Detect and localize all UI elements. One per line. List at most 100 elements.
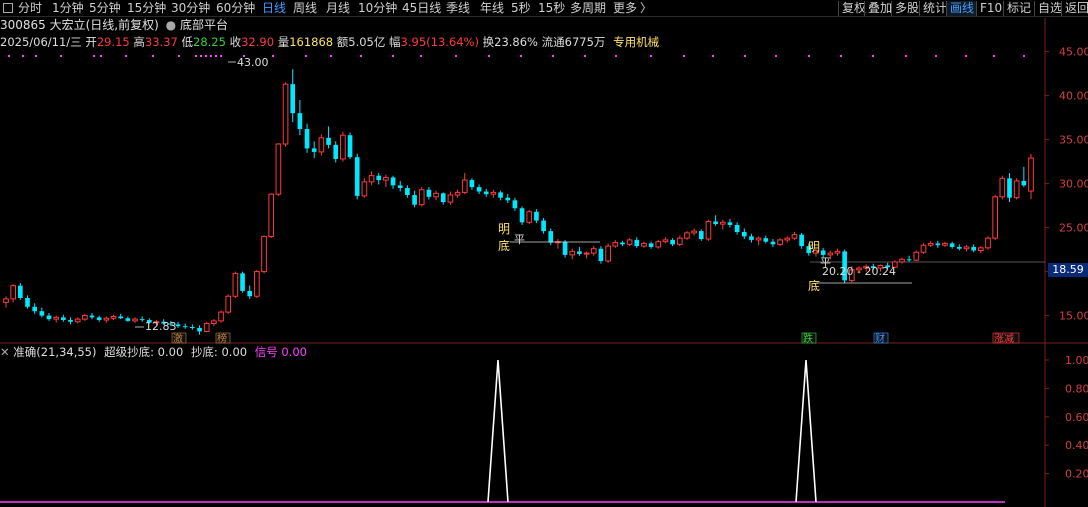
- candle-body-11: [82, 315, 88, 320]
- top-marker-dot-4: [93, 55, 95, 57]
- candle-body-97: [698, 231, 704, 240]
- top-marker-dot-33: [808, 55, 810, 57]
- candle-body-82: [590, 248, 597, 254]
- candle-body-28: [203, 323, 210, 332]
- candle-body-102: [734, 224, 740, 232]
- candle-body-42: [304, 129, 310, 149]
- candle-body-69: [498, 192, 503, 198]
- candle-body-138: [992, 196, 998, 239]
- candle-body-35: [254, 271, 260, 297]
- candle-body-15: [110, 315, 117, 319]
- candle-body-86: [620, 242, 625, 245]
- candle-body-126: [906, 259, 912, 261]
- candle-body-75: [541, 220, 546, 232]
- top-marker-dot-29: [683, 55, 685, 57]
- candle-body-143: [1028, 157, 1034, 192]
- top-marker-dot-35: [872, 55, 874, 57]
- candle-body-13: [96, 317, 102, 320]
- top-marker-dot-25: [552, 55, 554, 57]
- ind-tick-label-2: 0.60: [1065, 411, 1088, 424]
- di-marker-1: 底: [498, 238, 510, 253]
- top-marker-dot-34: [840, 55, 842, 57]
- candlestick-chart[interactable]: 45.0040.0035.0030.0025.0020.0015.0043.00…: [0, 0, 1088, 507]
- top-marker-dot-13: [215, 55, 217, 57]
- ind-tick-label-3: 0.40: [1065, 439, 1088, 452]
- price-tick-label-4: 25.00: [1059, 222, 1088, 235]
- candle-body-134: [963, 246, 970, 250]
- candle-body-103: [741, 232, 747, 237]
- candle-body-6: [46, 315, 52, 320]
- candle-body-43: [311, 148, 317, 152]
- candle-body-68: [490, 191, 497, 195]
- candle-body-133: [956, 246, 962, 249]
- candle-body-141: [1013, 180, 1020, 199]
- candle-body-18: [132, 318, 138, 322]
- candle-body-94: [676, 237, 683, 245]
- candle-body-135: [971, 246, 976, 251]
- top-marker-dot-16: [272, 55, 274, 57]
- candle-body-47: [340, 134, 346, 160]
- candle-body-74: [534, 211, 539, 221]
- top-marker-dot-17: [305, 55, 307, 57]
- top-marker-dot-21: [420, 55, 422, 57]
- candle-body-67: [483, 191, 489, 195]
- top-marker-dot-0: [8, 55, 10, 57]
- candle-body-137: [985, 237, 991, 249]
- candle-body-125: [899, 258, 905, 263]
- candle-body-27: [197, 327, 202, 332]
- candle-body-5: [39, 311, 45, 316]
- candle-body-89: [641, 242, 647, 247]
- candle-body-71: [512, 200, 518, 209]
- price-tick-label-6: 15.00: [1059, 310, 1088, 323]
- candle-body-95: [684, 232, 690, 239]
- candle-body-0: [3, 298, 9, 303]
- candle-body-46: [333, 144, 339, 159]
- candle-body-64: [461, 179, 468, 193]
- candle-body-88: [634, 239, 640, 247]
- candle-body-85: [612, 242, 619, 247]
- candle-body-34: [247, 290, 253, 297]
- candle-body-48: [347, 135, 353, 158]
- indicator-info-row: ✕ 准确(21,34,55) 超级抄底: 0.00 抄底: 0.00 信号 0.…: [0, 345, 307, 359]
- event-marker-2: 跌: [803, 332, 813, 345]
- top-marker-dot-7: [152, 55, 154, 57]
- candle-body-99: [713, 221, 718, 225]
- top-marker-dot-9: [195, 55, 197, 57]
- ming-marker-1: 明: [498, 222, 510, 236]
- candle-body-140: [1007, 178, 1012, 198]
- candle-body-50: [361, 181, 368, 197]
- signal-label: 信号: [254, 345, 278, 359]
- top-marker-dot-1: [22, 55, 24, 57]
- candle-body-4: [32, 306, 38, 312]
- top-marker-dot-40: [1023, 55, 1025, 57]
- signal-spike-1: [795, 359, 817, 503]
- top-marker-dot-5: [100, 55, 102, 57]
- candle-body-131: [942, 242, 948, 246]
- candle-body-37: [268, 193, 275, 237]
- candle-body-72: [519, 208, 525, 223]
- candle-body-3: [25, 298, 30, 307]
- top-marker-dot-23: [488, 55, 490, 57]
- event-marker-4: 涨减: [994, 333, 1014, 345]
- candle-body-84: [605, 245, 611, 262]
- ping-marker-1: 平: [514, 233, 525, 246]
- top-marker-dot-22: [455, 55, 457, 57]
- ind-tick-label-0: 1.00: [1065, 354, 1088, 367]
- candle-body-105: [755, 237, 762, 241]
- candle-body-66: [476, 187, 482, 192]
- top-marker-dot-11: [205, 55, 207, 57]
- candle-body-128: [920, 244, 927, 253]
- signal-spike-0: [487, 359, 509, 503]
- indicator-close-icon[interactable]: ✕: [0, 345, 10, 359]
- candle-body-26: [190, 327, 195, 329]
- candle-body-65: [469, 180, 475, 188]
- price-tick-label-3: 30.00: [1059, 178, 1088, 191]
- candle-body-110: [791, 234, 798, 239]
- candle-body-16: [118, 316, 124, 319]
- candle-body-78: [562, 241, 568, 255]
- top-marker-dot-2: [35, 55, 37, 57]
- indicator-name[interactable]: 准确(21,34,55): [13, 345, 96, 359]
- platform-range-label: 20.20 - 20.24: [822, 265, 896, 278]
- candle-body-76: [548, 231, 554, 243]
- candle-body-29: [211, 320, 217, 325]
